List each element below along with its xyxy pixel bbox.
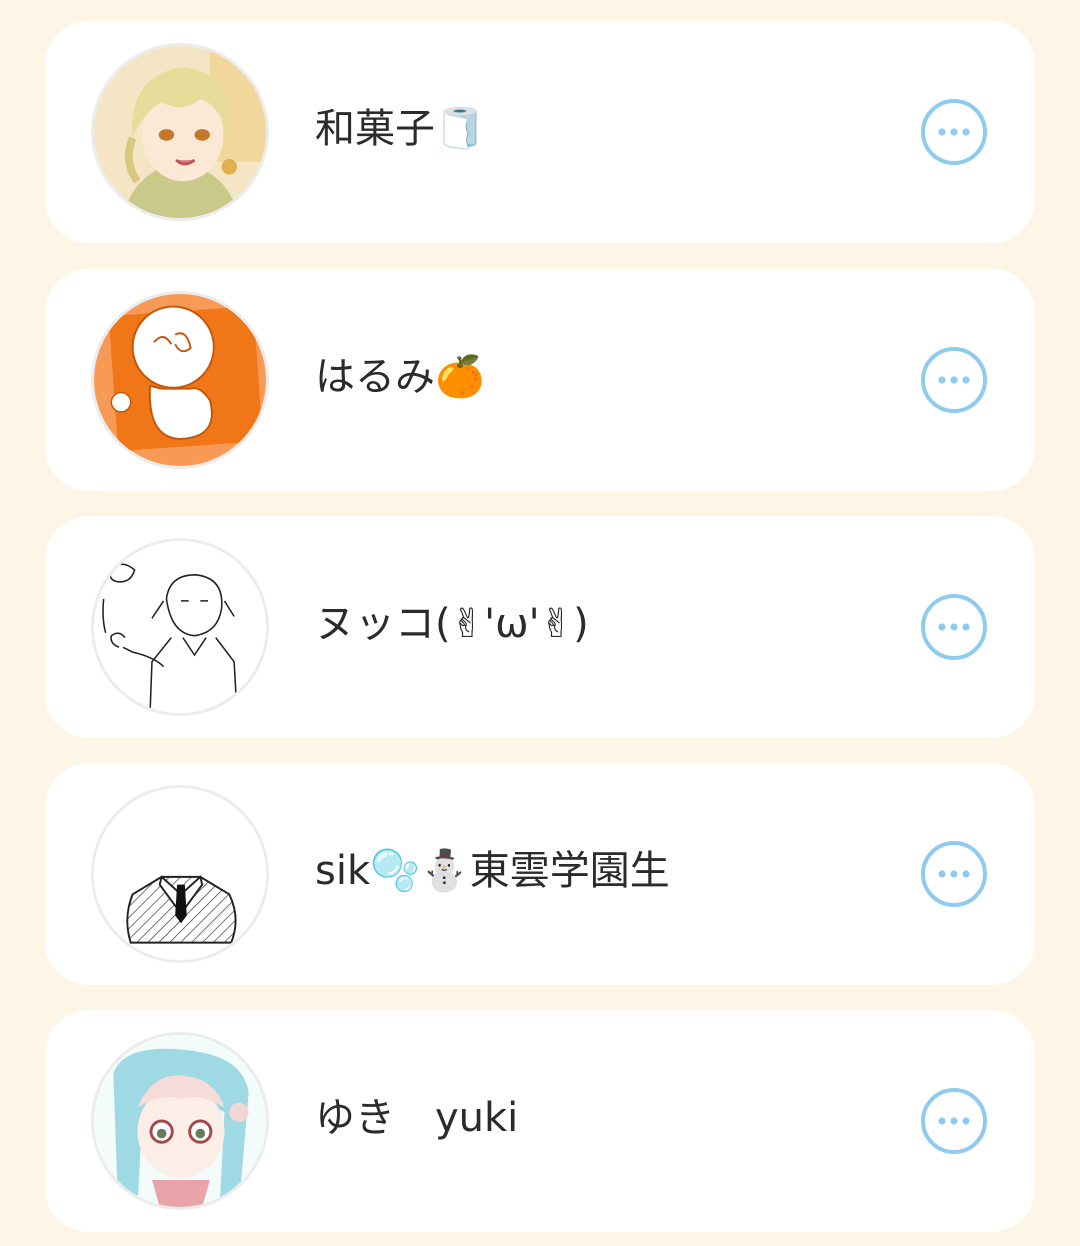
member-row[interactable]: 和菓子🧻 <box>45 21 1035 243</box>
member-name: ヌッコ(✌︎'ω'✌︎) <box>315 601 589 647</box>
member-row[interactable]: ヌッコ(✌︎'ω'✌︎) <box>45 516 1035 738</box>
more-horizontal-icon[interactable] <box>921 347 987 413</box>
member-row[interactable]: はるみ🍊 <box>45 269 1035 491</box>
member-name: ゆき yuki <box>315 1095 519 1141</box>
member-name: はるみ🍊 <box>315 354 485 400</box>
member-name: sik🫧⛄東雲学園生 <box>315 848 670 894</box>
member-name: 和菓子🧻 <box>315 106 485 152</box>
anime-girl-blonde-avatar-icon[interactable] <box>91 43 269 221</box>
more-horizontal-icon[interactable] <box>921 594 987 660</box>
more-horizontal-icon[interactable] <box>921 841 987 907</box>
more-horizontal-icon[interactable] <box>921 99 987 165</box>
more-horizontal-icon[interactable] <box>921 1088 987 1154</box>
anime-girl-blue-hair-avatar-icon[interactable] <box>91 1032 269 1210</box>
orange-sketch-avatar-icon[interactable] <box>91 291 269 469</box>
suit-and-tie-avatar-icon[interactable] <box>91 785 269 963</box>
member-list: 和菓子🧻 はるみ🍊 ヌッコ(✌︎'ω'✌︎) sik🫧⛄東雲学園生 ゆき yuk… <box>0 0 1080 1246</box>
member-row[interactable]: ゆき yuki <box>45 1010 1035 1232</box>
line-art-girl-avatar-icon[interactable] <box>91 538 269 716</box>
member-row[interactable]: sik🫧⛄東雲学園生 <box>45 763 1035 985</box>
